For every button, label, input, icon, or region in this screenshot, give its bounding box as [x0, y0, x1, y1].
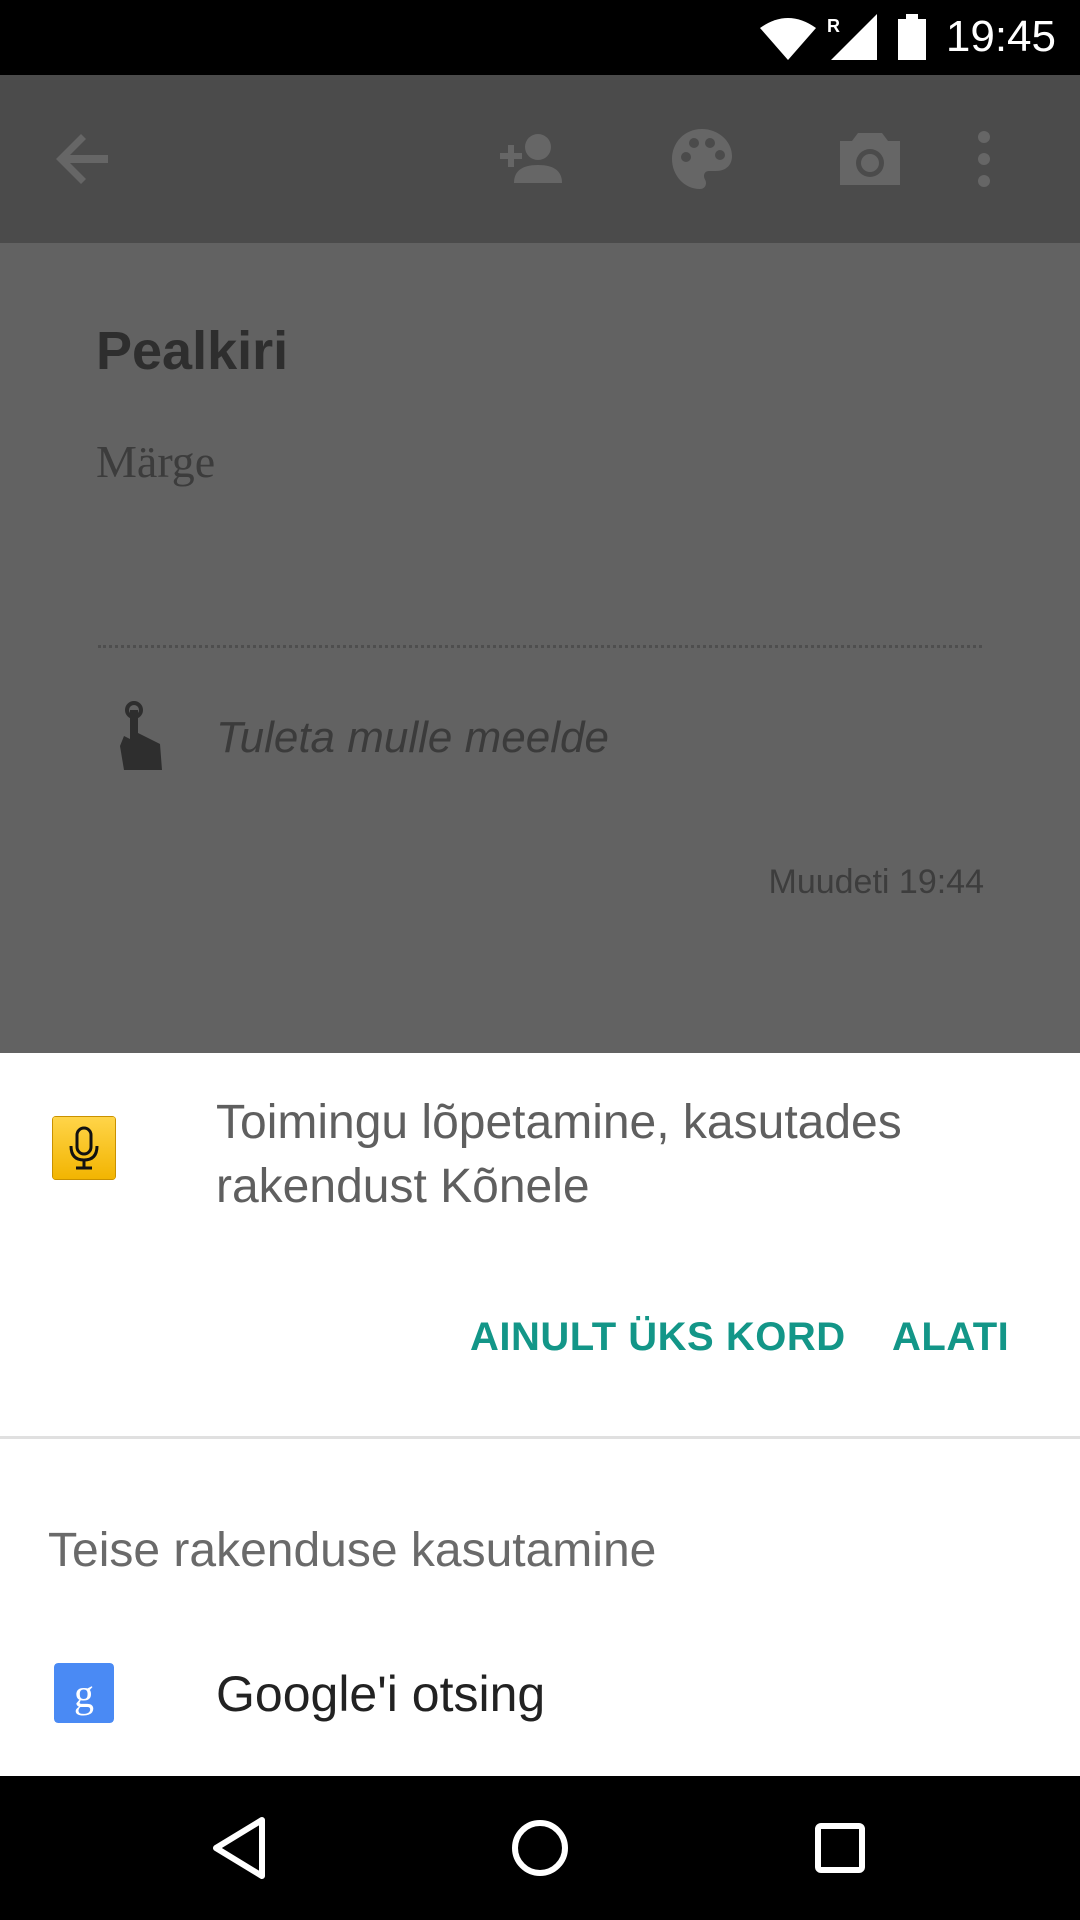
reminder-finger-icon: [120, 701, 162, 770]
modified-timestamp: Muudeti 19:44: [768, 863, 985, 901]
home-nav-icon[interactable]: [504, 1812, 576, 1884]
battery-icon: [898, 14, 926, 60]
add-collaborator-icon[interactable]: [496, 123, 568, 195]
google-icon-letter: g: [74, 1671, 94, 1716]
more-vert-icon[interactable]: [966, 123, 1002, 195]
back-arrow-icon[interactable]: [48, 123, 120, 195]
app-item-label: Google'i otsing: [216, 1666, 546, 1722]
google-search-icon: g: [54, 1663, 114, 1723]
app-chooser-sheet: Toimingu lõpetamine, kasutades rakendust…: [0, 1053, 1080, 1776]
palette-icon[interactable]: [666, 123, 738, 195]
roaming-letter: R: [827, 16, 840, 36]
recents-nav-icon[interactable]: [804, 1812, 876, 1884]
just-once-button[interactable]: AINULT ÜKS KORD: [470, 1315, 846, 1360]
camera-icon[interactable]: [834, 123, 906, 195]
roaming-signal-icon: R: [827, 14, 877, 60]
status-bar: R 19:45: [0, 0, 1080, 75]
note-toolbar: [0, 75, 1080, 243]
clock: 19:45: [945, 12, 1056, 61]
note-body-field[interactable]: Märge: [96, 435, 215, 488]
note-title-field[interactable]: Pealkiri: [96, 320, 288, 382]
konele-app-icon: [52, 1116, 116, 1180]
other-apps-header: Teise rakenduse kasutamine: [48, 1524, 657, 1577]
navigation-bar: [0, 1776, 1080, 1920]
back-nav-icon[interactable]: [204, 1812, 276, 1884]
chooser-title: Toimingu lõpetamine, kasutades rakendust…: [216, 1096, 902, 1213]
divider: [0, 1436, 1080, 1439]
reminder-button[interactable]: Tuleta mulle meelde: [216, 713, 609, 763]
divider: [98, 645, 982, 648]
note-editor: Pealkiri Märge Tuleta mulle meelde Muude…: [0, 75, 1080, 1053]
always-button[interactable]: ALATI: [892, 1315, 1009, 1360]
wifi-icon: [760, 18, 816, 60]
